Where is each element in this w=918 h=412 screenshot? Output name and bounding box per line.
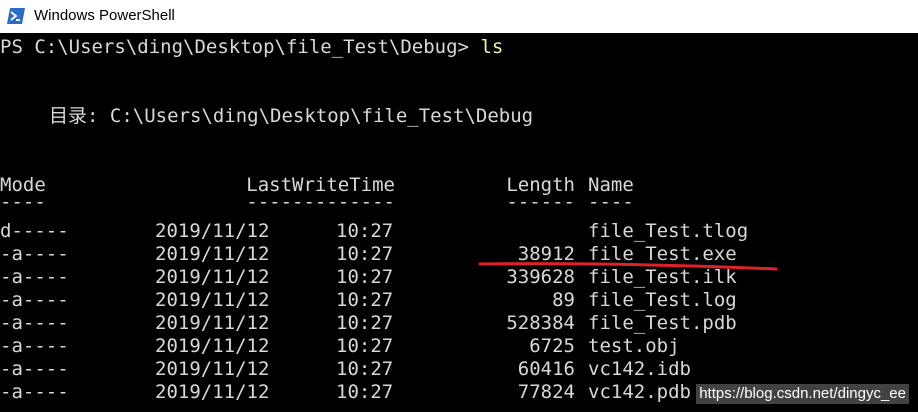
row-mode: -a---- (0, 266, 69, 288)
row-date: 2019/11/12 (155, 289, 270, 311)
row-mode: -a---- (0, 312, 69, 334)
row-length: 60416 (517, 358, 575, 380)
row-length: 6725 (529, 335, 575, 357)
row-date: 2019/11/12 (155, 243, 270, 265)
row-name: vc142.pdb (588, 381, 691, 403)
row-date: 2019/11/12 (155, 312, 270, 334)
red-annotation-underline (478, 262, 778, 271)
prompt: PS C:\Users\ding\Desktop\file_Test\Debug… (0, 36, 469, 58)
row-date: 2019/11/12 (155, 335, 270, 357)
row-name: file_Test.tlog (588, 220, 749, 242)
row-date: 2019/11/12 (155, 266, 270, 288)
row-time: 10:27 (336, 381, 394, 403)
row-time: 10:27 (336, 335, 394, 357)
directory-label: 目录: C:\Users\ding\Desktop\file_Test\Debu… (49, 105, 534, 127)
row-name: test.obj (588, 335, 680, 357)
row-time: 10:27 (336, 220, 394, 242)
powershell-icon (7, 8, 25, 24)
row-name: file_Test.log (588, 289, 737, 311)
console-output[interactable]: PS C:\Users\ding\Desktop\file_Test\Debug… (0, 33, 918, 412)
row-name: vc142.idb (588, 358, 691, 380)
separator-name: ---- (588, 191, 634, 213)
row-mode: -a---- (0, 335, 69, 357)
row-date: 2019/11/12 (155, 220, 270, 242)
separator-lastwritetime: ------------- (246, 191, 395, 213)
prompt-line: PS C:\Users\ding\Desktop\file_Test\Debug… (0, 36, 503, 58)
row-time: 10:27 (336, 289, 394, 311)
row-time: 10:27 (336, 358, 394, 380)
row-name: file_Test.pdb (588, 312, 737, 334)
row-mode: -a---- (0, 381, 69, 403)
command: ls (480, 36, 504, 58)
separator-mode: ---- (0, 191, 46, 213)
row-mode: -a---- (0, 289, 69, 311)
row-time: 10:27 (336, 312, 394, 334)
row-length: 77824 (517, 381, 575, 403)
row-time: 10:27 (336, 266, 394, 288)
separator-length: ------ (506, 191, 575, 213)
watermark: https://blog.csdn.net/dingyc_ee (696, 384, 909, 404)
row-mode: -a---- (0, 358, 69, 380)
row-mode: -a---- (0, 243, 69, 265)
row-length: 89 (552, 289, 575, 311)
row-mode: d----- (0, 220, 69, 242)
row-time: 10:27 (336, 243, 394, 265)
row-length: 528384 (506, 312, 575, 334)
title-bar[interactable]: Windows PowerShell (0, 0, 918, 33)
row-date: 2019/11/12 (155, 381, 270, 403)
window-title: Windows PowerShell (34, 7, 175, 24)
row-date: 2019/11/12 (155, 358, 270, 380)
